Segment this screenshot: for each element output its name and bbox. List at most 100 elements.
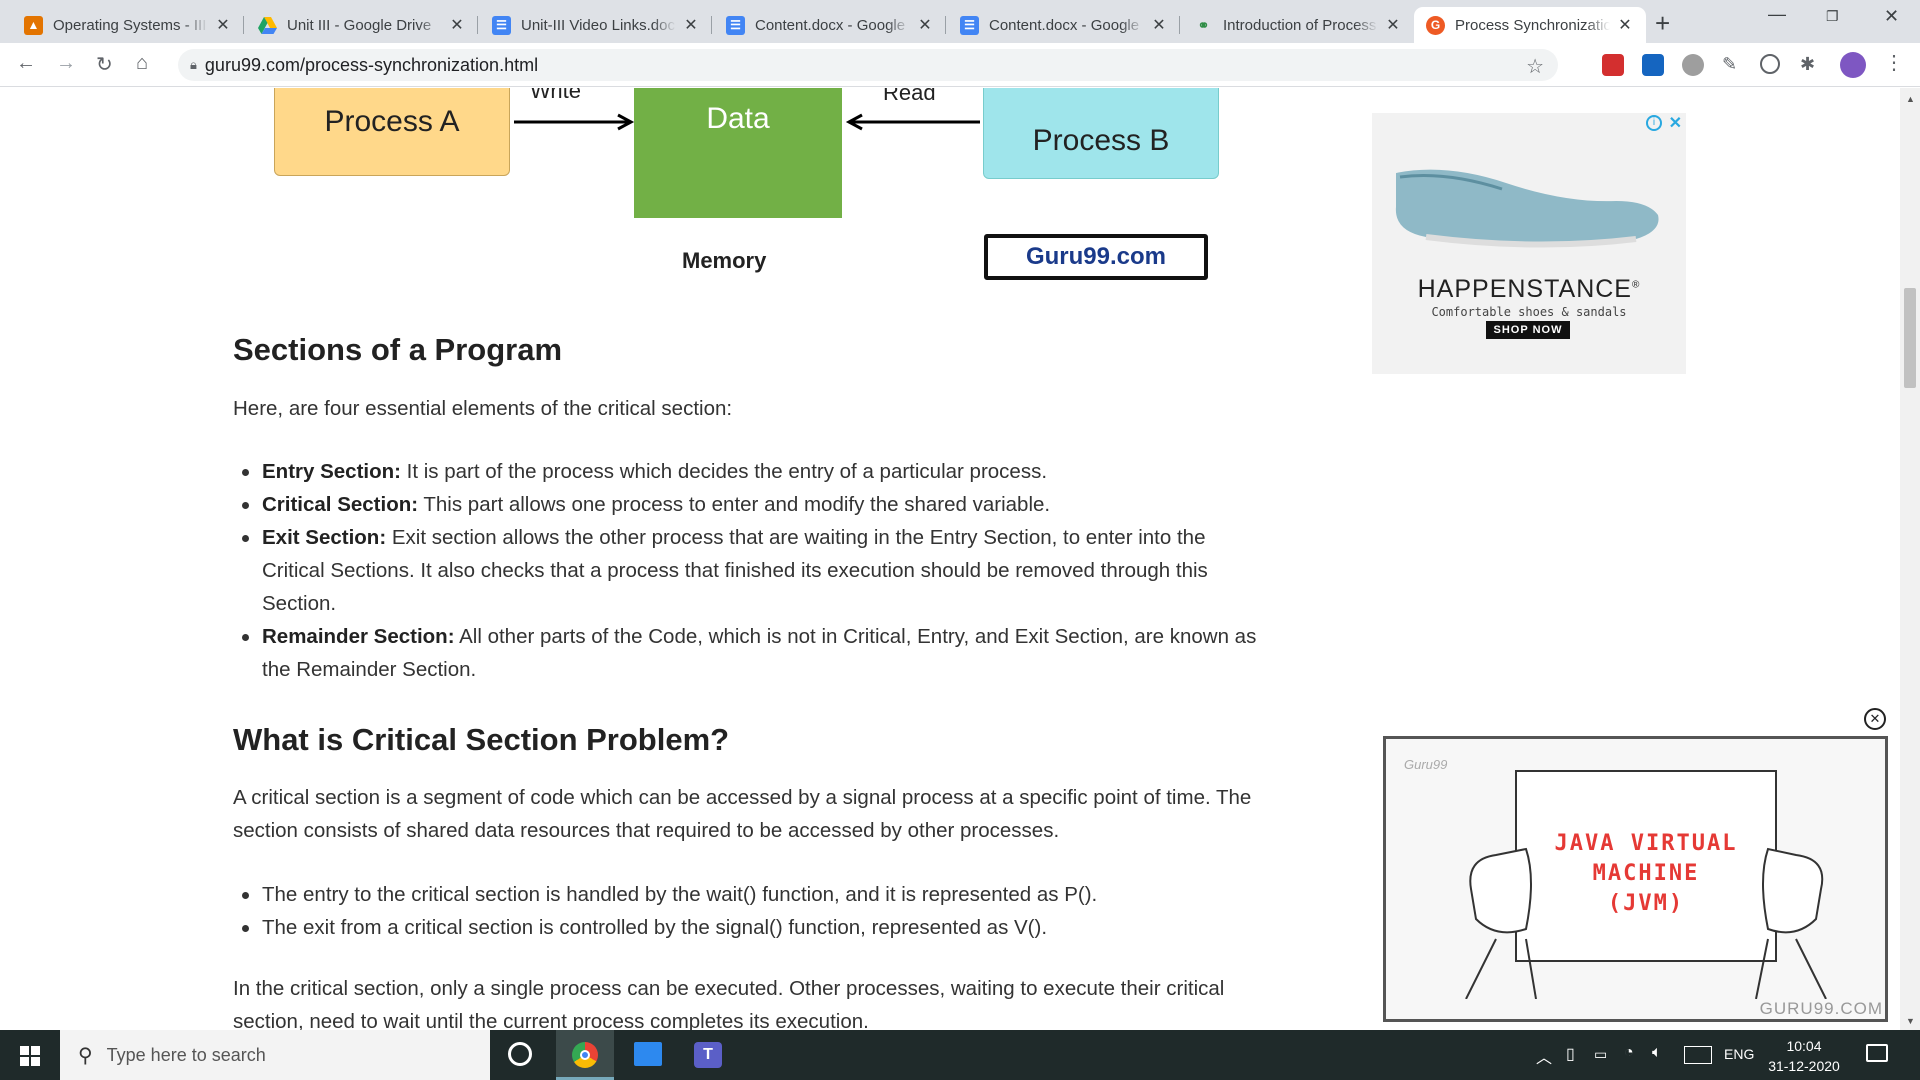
ad-tagline: Comfortable shoes & sandals xyxy=(1431,305,1627,319)
tab-title: Content.docx - Google xyxy=(755,16,906,34)
google-docs-icon: ☰ xyxy=(960,15,979,35)
pdf-extension-icon[interactable] xyxy=(1602,54,1624,76)
list-item: Critical Section: This part allows one p… xyxy=(242,488,1272,521)
list-item-term: Entry Section: xyxy=(262,460,401,483)
windows-start-icon[interactable] xyxy=(20,1046,40,1066)
tab-process-synchronization[interactable]: G Process Synchronizatio ✕ xyxy=(1414,7,1646,43)
address-bar[interactable]: 🔒︎ guru99.com/process-synchronization.ht… xyxy=(178,49,1558,81)
list-item-text: It is part of the process which decides … xyxy=(400,460,1048,483)
search-placeholder: Type here to search xyxy=(106,1044,266,1065)
reload-button[interactable]: ↻ xyxy=(96,52,113,77)
profile-avatar[interactable] xyxy=(1840,52,1866,78)
close-icon[interactable]: ✕ xyxy=(214,15,232,35)
video-corner-watermark: GURU99.COM xyxy=(1759,999,1883,1018)
page-scrollbar[interactable]: ▲ ▼ xyxy=(1900,88,1920,1030)
windows-taskbar: ⚲ Type here to search T ︿ ▯ ▭ ◔ 🔈︎ ENG 1… xyxy=(0,1030,1920,1080)
list-item: Exit Section: Exit section allows the ot… xyxy=(242,521,1272,620)
tab-title: Introduction of Process xyxy=(1223,16,1377,34)
wait-signal-list: The entry to the critical section is han… xyxy=(242,878,1272,944)
shop-now-button[interactable]: SHOP NOW xyxy=(1486,321,1570,339)
show-hidden-icons-icon[interactable]: ︿ xyxy=(1536,1044,1552,1068)
home-button[interactable]: ⌂ xyxy=(136,52,148,75)
bookmark-star-icon[interactable]: ☆ xyxy=(1526,54,1544,79)
extensions-puzzle-icon[interactable]: ✱ xyxy=(1800,54,1822,76)
data-box: Data xyxy=(634,88,842,218)
restore-button[interactable]: ❐ xyxy=(1826,8,1839,25)
more-menu-icon[interactable]: ⋮ xyxy=(1884,50,1906,74)
close-icon[interactable]: ✕ xyxy=(448,15,466,35)
screen-capture-extension-icon[interactable] xyxy=(1642,54,1664,76)
list-item-text: Exit section allows the other process th… xyxy=(262,526,1208,615)
close-window-button[interactable]: ✕ xyxy=(1884,6,1899,27)
memory-label: Memory xyxy=(682,248,767,273)
minimize-button[interactable]: — xyxy=(1768,4,1786,25)
write-label: Write xyxy=(530,88,581,103)
tab-title: Unit-III Video Links.doc xyxy=(521,16,675,34)
onedrive-app-icon[interactable] xyxy=(634,1042,662,1066)
adchoices-icon[interactable]: i xyxy=(1646,115,1662,131)
task-view-icon[interactable] xyxy=(508,1042,532,1066)
scrollbar-thumb[interactable] xyxy=(1904,288,1916,388)
notifications-icon[interactable] xyxy=(1866,1044,1888,1062)
video-close-icon[interactable]: ✕ xyxy=(1864,708,1886,730)
problem-paragraph: A critical section is a segment of code … xyxy=(233,786,1252,842)
clock[interactable]: 10:04 31-12-2020 xyxy=(1764,1036,1844,1076)
geeksforgeeks-icon: ⚭ xyxy=(1197,16,1210,33)
close-icon[interactable]: ✕ xyxy=(1384,15,1402,35)
diagram-arrows xyxy=(514,113,980,131)
volume-icon[interactable]: 🔈︎ xyxy=(1652,1044,1662,1062)
close-icon[interactable]: ✕ xyxy=(1616,15,1634,35)
sections-list: Entry Section: It is part of the process… xyxy=(242,455,1272,686)
video-board-text: JAVA VIRTUAL MACHINE (JVM) xyxy=(1554,831,1738,916)
advertisement[interactable]: i ✕ HAPPENSTANCE® Comfortable shoes & sa… xyxy=(1372,113,1686,374)
process-b-label: Process B xyxy=(1032,123,1170,157)
close-icon[interactable]: ✕ xyxy=(682,15,700,35)
tab-video-links[interactable]: ☰ Unit-III Video Links.doc ✕ xyxy=(480,7,712,43)
close-icon[interactable]: ✕ xyxy=(1150,15,1168,35)
tab-content-docx-2[interactable]: ☰ Content.docx - Google ✕ xyxy=(948,7,1180,43)
eyedropper-extension-icon[interactable]: ✎ xyxy=(1722,54,1744,76)
tab-content-docx-1[interactable]: ☰ Content.docx - Google ✕ xyxy=(714,7,946,43)
intro-paragraph: Here, are four essential elements of the… xyxy=(233,397,733,420)
process-a-box: Process A xyxy=(274,88,510,176)
heading-sections-of-program: Sections of a Program xyxy=(233,332,563,367)
list-item-term: Remainder Section: xyxy=(262,625,455,648)
language-indicator[interactable]: ENG xyxy=(1724,1046,1754,1062)
url-text: guru99.com/process-synchronization.html xyxy=(204,54,539,75)
device-icon[interactable]: ▯ xyxy=(1566,1044,1575,1064)
tab-operating-systems[interactable]: ▲ Operating Systems - III ✕ xyxy=(12,7,244,43)
lock-icon: 🔒︎ xyxy=(190,57,197,72)
back-button[interactable]: ← xyxy=(16,52,36,75)
tab-title: Content.docx - Google xyxy=(989,16,1140,34)
scroll-up-arrow-icon[interactable]: ▲ xyxy=(1906,94,1915,104)
battery-icon[interactable]: ▭ xyxy=(1594,1046,1607,1063)
tab-title: Unit III - Google Drive xyxy=(287,16,432,34)
wifi-icon[interactable]: ◔ xyxy=(1624,1044,1634,1062)
ad-close-icon[interactable]: ✕ xyxy=(1669,113,1682,133)
tab-strip: ▲ Operating Systems - III ✕ Unit III - G… xyxy=(0,0,1920,43)
camera-extension-icon[interactable] xyxy=(1682,54,1704,76)
taskbar-search-box[interactable]: ⚲ Type here to search xyxy=(60,1030,490,1080)
new-tab-button[interactable]: + xyxy=(1655,8,1670,39)
heading-critical-section-problem: What is Critical Section Problem? xyxy=(233,722,730,757)
scroll-down-arrow-icon[interactable]: ▼ xyxy=(1906,1016,1915,1026)
forward-button[interactable]: → xyxy=(56,52,76,75)
tab-introduction-process[interactable]: ⚭ Introduction of Process ✕ xyxy=(1182,7,1414,43)
video-watermark: Guru99 xyxy=(1404,757,1448,772)
keyboard-icon[interactable] xyxy=(1684,1046,1712,1064)
list-item: The exit from a critical section is cont… xyxy=(242,911,1272,944)
extension-circle-icon[interactable] xyxy=(1760,54,1780,74)
search-icon: ⚲ xyxy=(78,1044,93,1067)
list-item: The entry to the critical section is han… xyxy=(242,878,1272,911)
classroom-icon: ▲ xyxy=(24,15,43,35)
close-icon[interactable]: ✕ xyxy=(916,15,934,35)
chrome-taskbar-button[interactable] xyxy=(556,1030,614,1080)
list-item-text: This part allows one process to enter an… xyxy=(418,493,1051,516)
teams-icon[interactable]: T xyxy=(694,1042,722,1068)
process-a-label: Process A xyxy=(324,105,460,138)
tab-unit-iii-drive[interactable]: Unit III - Google Drive ✕ xyxy=(246,7,478,43)
video-player[interactable]: Guru99 JAVA VIRTUAL MACHINE (JVM) GURU99… xyxy=(1383,736,1888,1022)
list-item-term: Exit Section: xyxy=(262,526,387,549)
list-item-term: Critical Section: xyxy=(262,493,419,516)
ad-brand: HAPPENSTANCE® xyxy=(1417,275,1641,303)
